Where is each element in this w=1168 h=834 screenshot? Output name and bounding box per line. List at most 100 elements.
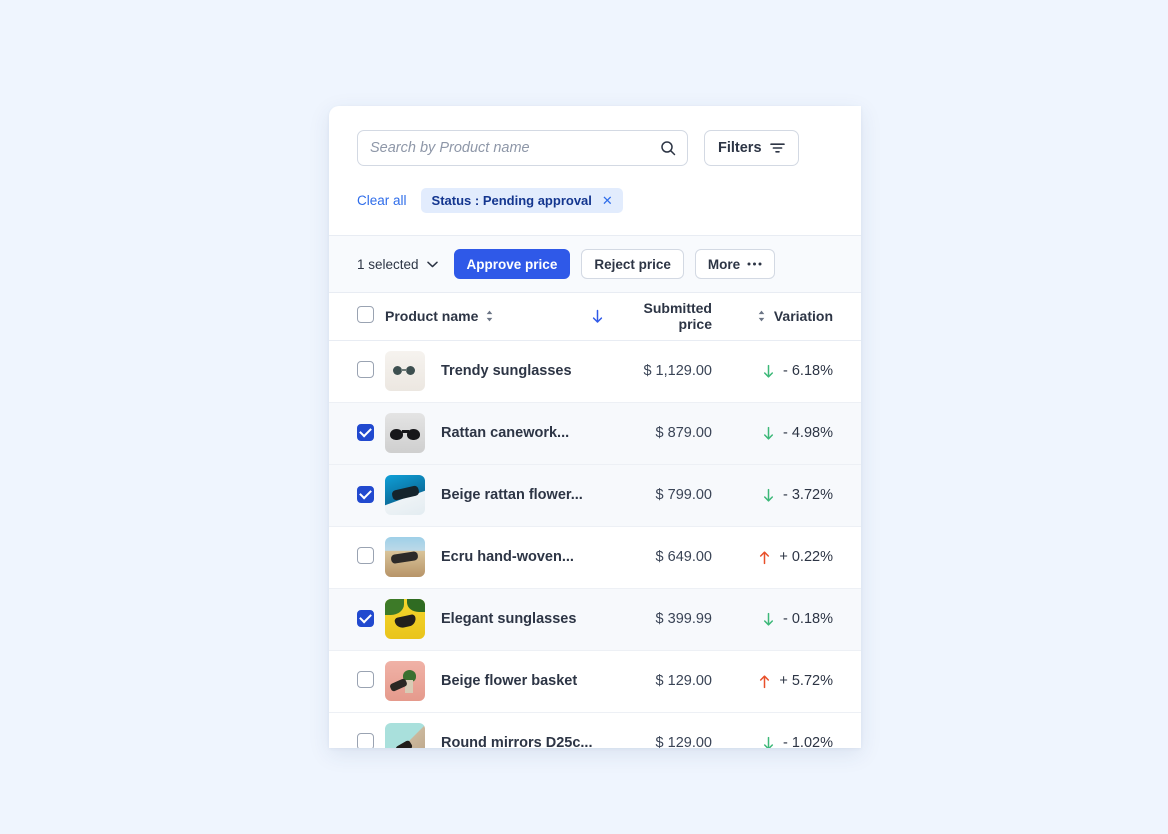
- search-input-wrapper[interactable]: [357, 130, 688, 166]
- submitted-price-value: $ 1,129.00: [591, 363, 726, 379]
- select-all-checkbox[interactable]: [357, 306, 374, 323]
- variation-value: - 4.98%: [783, 425, 833, 441]
- search-input[interactable]: [358, 131, 687, 165]
- filter-chip-status[interactable]: Status : Pending approval ✕: [421, 188, 623, 213]
- submitted-price-value: $ 879.00: [591, 425, 726, 441]
- row-checkbox[interactable]: [357, 547, 374, 564]
- reject-price-button[interactable]: Reject price: [581, 249, 684, 279]
- sort-updown-icon[interactable]: [757, 309, 766, 323]
- more-actions-button[interactable]: More: [695, 249, 775, 279]
- product-name-label: Round mirrors D25c...: [441, 735, 592, 748]
- ellipsis-icon: [747, 262, 762, 266]
- table-body: Trendy sunglasses $ 1,129.00 - 6.18% Rat…: [329, 340, 861, 748]
- row-select-cell: [329, 712, 385, 748]
- submitted-price-value: $ 129.00: [591, 735, 726, 748]
- product-name-cell: Beige rattan flower...: [385, 464, 591, 526]
- row-checkbox[interactable]: [357, 486, 374, 503]
- table-row[interactable]: Beige flower basket $ 129.00 + 5.72%: [329, 650, 861, 712]
- clear-all-link[interactable]: Clear all: [357, 193, 407, 208]
- selection-count-dropdown[interactable]: 1 selected: [357, 257, 438, 272]
- variation-value: + 0.22%: [779, 549, 833, 565]
- table-row[interactable]: Elegant sunglasses $ 399.99 - 0.18%: [329, 588, 861, 650]
- header-product-name-label: Product name: [385, 308, 478, 324]
- variation-value: - 6.18%: [783, 363, 833, 379]
- variation-value: - 0.18%: [783, 611, 833, 627]
- table-row[interactable]: Rattan canework... $ 879.00 - 4.98%: [329, 402, 861, 464]
- variation-value: - 3.72%: [783, 487, 833, 503]
- search-row: Filters: [357, 130, 833, 166]
- variation-cell: - 0.18%: [726, 588, 861, 650]
- product-name-label: Rattan canework...: [441, 425, 569, 441]
- selection-count-label: 1 selected: [357, 257, 419, 272]
- product-name-label: Beige flower basket: [441, 673, 577, 689]
- table-row[interactable]: Beige rattan flower... $ 799.00 - 3.72%: [329, 464, 861, 526]
- row-checkbox[interactable]: [357, 361, 374, 378]
- product-price-approval-card: Filters Clear all Status : Pending appro…: [329, 106, 861, 748]
- product-name-label: Trendy sunglasses: [441, 363, 572, 379]
- product-name-cell: Elegant sunglasses: [385, 588, 591, 650]
- submitted-price-cell: $ 1,129.00: [591, 340, 726, 402]
- submitted-price-cell: $ 879.00: [591, 402, 726, 464]
- row-checkbox[interactable]: [357, 733, 374, 749]
- arrow-down-icon: [762, 612, 775, 627]
- filters-button[interactable]: Filters: [704, 130, 799, 166]
- product-name-cell: Ecru hand-woven...: [385, 526, 591, 588]
- table-row[interactable]: Round mirrors D25c... $ 129.00 - 1.02%: [329, 712, 861, 748]
- submitted-price-cell: $ 649.00: [591, 526, 726, 588]
- header-variation-cell[interactable]: Variation: [726, 293, 861, 340]
- table-header-row: Product name: [329, 293, 861, 340]
- row-checkbox[interactable]: [357, 424, 374, 441]
- submitted-price-cell: $ 799.00: [591, 464, 726, 526]
- row-select-cell: [329, 650, 385, 712]
- header-variation-label: Variation: [774, 308, 833, 324]
- filter-icon: [770, 142, 785, 154]
- filter-chip-label: Status : Pending approval: [432, 193, 592, 208]
- product-name-cell: Rattan canework...: [385, 402, 591, 464]
- arrow-down-icon: [762, 364, 775, 379]
- row-checkbox[interactable]: [357, 610, 374, 627]
- bulk-action-bar: 1 selected Approve price Reject price Mo…: [329, 236, 861, 293]
- product-name-label: Ecru hand-woven...: [441, 549, 574, 565]
- variation-cell: - 6.18%: [726, 340, 861, 402]
- submitted-price-value: $ 129.00: [591, 673, 726, 689]
- thumb-beige-flower-basket: [385, 661, 425, 701]
- row-select-cell: [329, 402, 385, 464]
- products-table: Product name: [329, 293, 861, 748]
- product-name-cell: Beige flower basket: [385, 650, 591, 712]
- variation-cell: + 5.72%: [726, 650, 861, 712]
- table-header: Product name: [329, 293, 861, 340]
- chevron-down-icon: [427, 261, 438, 268]
- close-icon[interactable]: ✕: [602, 194, 613, 207]
- product-name-cell: Trendy sunglasses: [385, 340, 591, 402]
- header-product-name-cell[interactable]: Product name: [385, 293, 591, 340]
- submitted-price-value: $ 399.99: [591, 611, 726, 627]
- thumb-beige-rattan-flower: [385, 475, 425, 515]
- arrow-down-icon: [762, 426, 775, 441]
- table-row[interactable]: Ecru hand-woven... $ 649.00 + 0.22%: [329, 526, 861, 588]
- variation-cell: + 0.22%: [726, 526, 861, 588]
- header-submitted-price-label: Submitted price: [612, 300, 712, 332]
- sort-updown-icon[interactable]: [485, 309, 494, 323]
- approve-price-label: Approve price: [467, 257, 558, 272]
- reject-price-label: Reject price: [594, 257, 671, 272]
- thumb-elegant-sunglasses: [385, 599, 425, 639]
- arrow-down-icon: [762, 488, 775, 503]
- thumb-round-mirrors: [385, 723, 425, 748]
- thumb-ecru-hand-woven: [385, 537, 425, 577]
- search-icon[interactable]: [660, 140, 676, 156]
- submitted-price-value: $ 799.00: [591, 487, 726, 503]
- thumb-trendy-sunglasses: [385, 351, 425, 391]
- header-submitted-price-cell[interactable]: Submitted price: [591, 293, 726, 340]
- row-select-cell: [329, 340, 385, 402]
- table-row[interactable]: Trendy sunglasses $ 1,129.00 - 6.18%: [329, 340, 861, 402]
- submitted-price-cell: $ 399.99: [591, 588, 726, 650]
- submitted-price-cell: $ 129.00: [591, 712, 726, 748]
- arrow-up-icon: [758, 674, 771, 689]
- arrow-down-icon[interactable]: [591, 309, 604, 324]
- approve-price-button[interactable]: Approve price: [454, 249, 571, 279]
- row-checkbox[interactable]: [357, 671, 374, 688]
- submitted-price-value: $ 649.00: [591, 549, 726, 565]
- submitted-price-cell: $ 129.00: [591, 650, 726, 712]
- search-filter-zone: Filters Clear all Status : Pending appro…: [329, 106, 861, 236]
- arrow-down-icon: [762, 736, 775, 749]
